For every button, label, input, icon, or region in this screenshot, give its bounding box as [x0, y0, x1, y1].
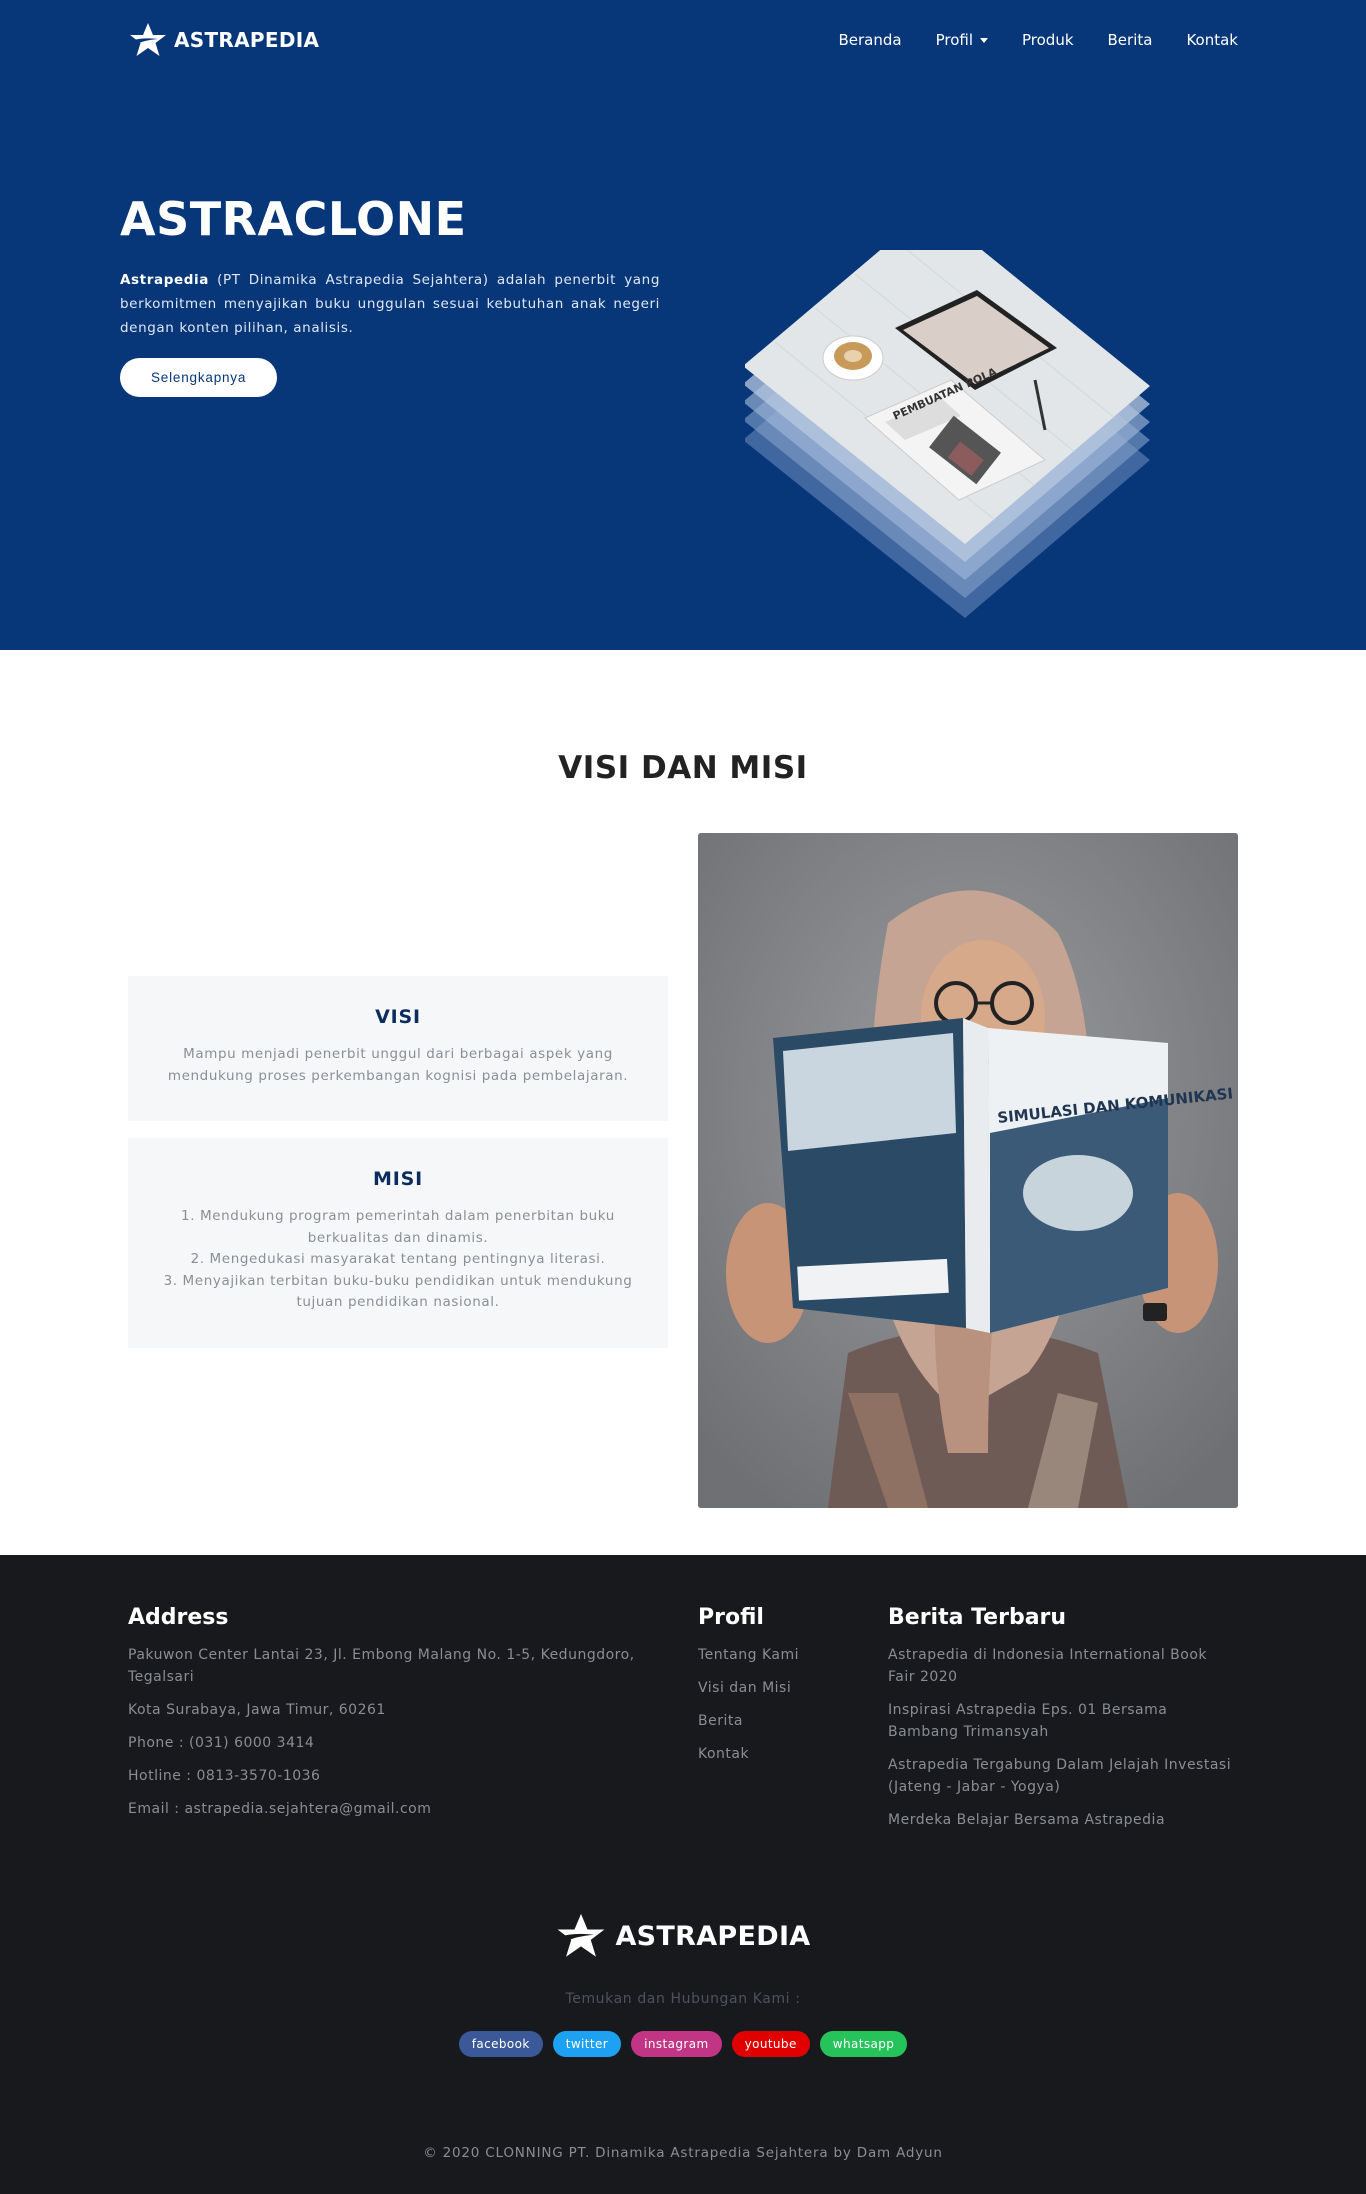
star-logo-icon	[558, 1913, 605, 1957]
woman-reading-book-illustration: SIMULASI DAN KOMUNIKASI DIGITAL UNTUK KE…	[698, 833, 1238, 1508]
nav-berita[interactable]: Berita	[1108, 31, 1153, 49]
facebook-button[interactable]: facebook	[458, 2031, 543, 2057]
star-logo-icon	[130, 23, 166, 56]
misi-item: 1. Mendukung program pemerintah dalam pe…	[181, 1208, 615, 1246]
misi-card: MISI 1. Mendukung program pemerintah dal…	[128, 1138, 668, 1348]
news-link[interactable]: Astrapedia Tergabung Dalam Jelajah Inves…	[888, 1754, 1238, 1798]
selengkapnya-button[interactable]: Selengkapnya	[120, 358, 278, 397]
footer-brand-logo: ASTRAPEDIA	[0, 1911, 1366, 1961]
social-buttons: facebook twitter instagram youtube whats…	[0, 2031, 1366, 2057]
nav-kontak[interactable]: Kontak	[1186, 31, 1238, 49]
layered-desk-illustration: PEMBUATAN POLA	[745, 250, 1150, 618]
visi-heading: VISI	[375, 1006, 421, 1028]
caret-down-icon	[980, 37, 988, 43]
nav-profil-dropdown[interactable]: Profil	[936, 31, 988, 49]
copyright-text: © 2020 CLONNING PT. Dinamika Astrapedia …	[423, 2145, 943, 2161]
reader-photo: SIMULASI DAN KOMUNIKASI DIGITAL UNTUK KE…	[698, 833, 1238, 1508]
footer-news: Berita Terbaru Astrapedia di Indonesia I…	[888, 1605, 1238, 1842]
hero-title: ASTRACLONE	[120, 192, 467, 246]
address-line: Kota Surabaya, Jawa Timur, 60261	[128, 1702, 386, 1718]
footer: Address Pakuwon Center Lantai 23, Jl. Em…	[0, 1555, 1366, 2194]
footer-address-title: Address	[128, 1605, 229, 1630]
misi-item: 2. Mengedukasi masyarakat tentang pentin…	[190, 1251, 606, 1267]
visi-misi-section: VISI DAN MISI VISI Mampu menjadi penerbi…	[0, 650, 1366, 1555]
footer-link-tentang-kami[interactable]: Tentang Kami	[698, 1644, 858, 1666]
news-link[interactable]: Astrapedia di Indonesia International Bo…	[888, 1644, 1238, 1688]
brand-logo[interactable]: ASTRAPEDIA	[128, 21, 319, 59]
hero-text: ASTRACLONE Astrapedia (PT Dinamika Astra…	[120, 192, 660, 397]
brand-name: ASTRAPEDIA	[174, 28, 320, 52]
address-line: Pakuwon Center Lantai 23, Jl. Embong Mal…	[128, 1647, 635, 1685]
hero-description: Astrapedia (PT Dinamika Astrapedia Sejah…	[120, 272, 660, 336]
footer-news-title: Berita Terbaru	[888, 1605, 1067, 1630]
footer-link-kontak[interactable]: Kontak	[698, 1743, 858, 1765]
instagram-button[interactable]: instagram	[631, 2031, 722, 2057]
misi-heading: MISI	[373, 1168, 423, 1190]
news-link[interactable]: Merdeka Belajar Bersama Astrapedia	[888, 1809, 1238, 1831]
misi-item: 3. Menyajikan terbitan buku-buku pendidi…	[163, 1272, 633, 1311]
visi-text: Mampu menjadi penerbit unggul dari berba…	[167, 1046, 629, 1084]
hero-section: ASTRACLONE Astrapedia (PT Dinamika Astra…	[0, 80, 1366, 650]
whatsapp-button[interactable]: whatsapp	[819, 2031, 908, 2057]
email-line: Email : astrapedia.sejahtera@gmail.com	[128, 1801, 432, 1817]
visi-card: VISI Mampu menjadi penerbit unggul dari …	[128, 976, 668, 1121]
visi-misi-title: VISI DAN MISI	[558, 750, 808, 786]
footer-link-visi-misi[interactable]: Visi dan Misi	[698, 1677, 858, 1699]
footer-profil-title: Profil	[698, 1605, 764, 1630]
navbar: ASTRAPEDIA Beranda Profil Produk Berita …	[0, 0, 1366, 80]
main-nav: Beranda Profil Produk Berita Kontak	[838, 31, 1238, 49]
find-us-text: Temukan dan Hubungan Kami :	[565, 1991, 801, 2007]
nav-produk[interactable]: Produk	[1022, 31, 1074, 49]
nav-beranda[interactable]: Beranda	[838, 31, 901, 49]
footer-link-berita[interactable]: Berita	[698, 1710, 858, 1732]
news-link[interactable]: Inspirasi Astrapedia Eps. 01 Bersama Bam…	[888, 1699, 1238, 1743]
footer-brand-name: ASTRAPEDIA	[615, 1920, 811, 1952]
youtube-button[interactable]: youtube	[731, 2031, 810, 2057]
hotline-line: Hotline : 0813-3570-1036	[128, 1768, 321, 1784]
footer-profil: Profil Tentang Kami Visi dan Misi Berita…	[698, 1605, 858, 1776]
footer-address: Address Pakuwon Center Lantai 23, Jl. Em…	[128, 1605, 658, 1831]
phone-line: Phone : (031) 6000 3414	[128, 1735, 315, 1751]
twitter-button[interactable]: twitter	[552, 2031, 622, 2057]
